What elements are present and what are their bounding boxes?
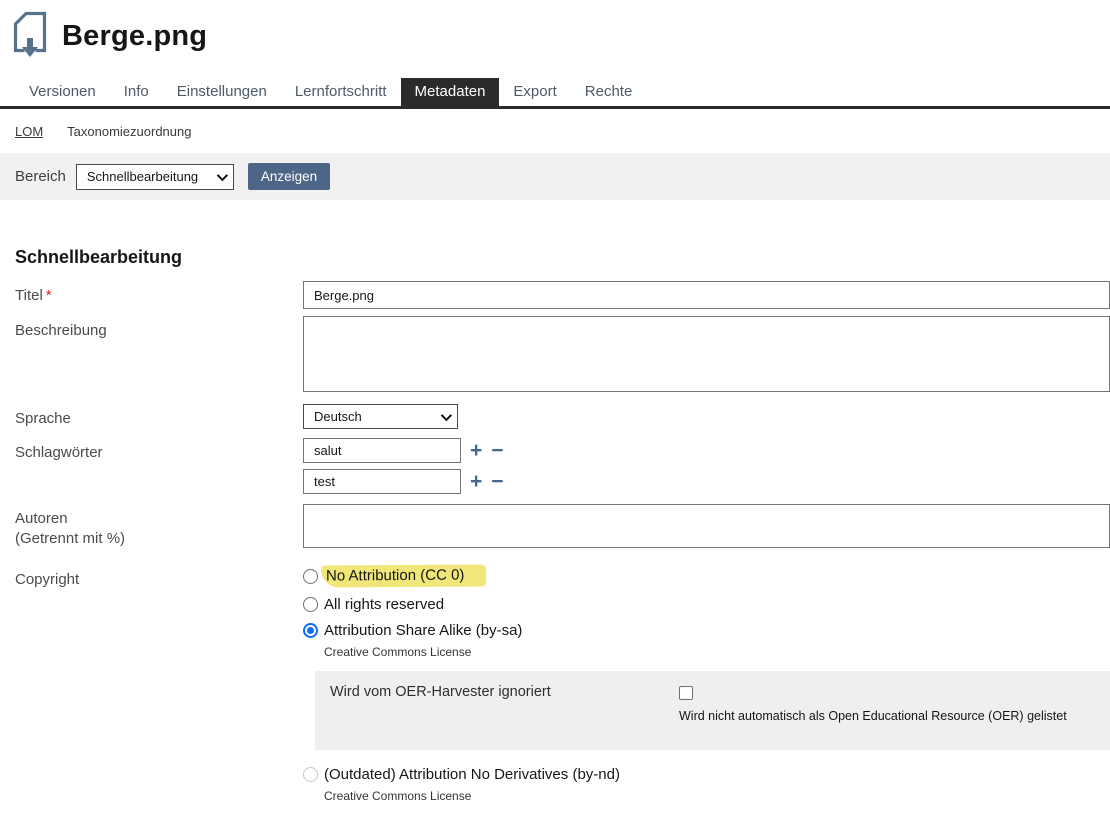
tab-export[interactable]: Export (499, 78, 570, 106)
oer-harvester-byline: Wird nicht automatisch als Open Educatio… (679, 709, 1067, 723)
file-download-icon (10, 11, 50, 61)
chevron-down-icon (441, 409, 452, 420)
titel-input[interactable] (303, 281, 1110, 309)
oer-harvester-panel: Wird vom OER-Harvester ignoriert Wird ni… (315, 671, 1110, 750)
form-row-copyright: Copyright No Attribution (CC 0) All righ… (0, 565, 1110, 815)
metadata-page: Berge.png Versionen Info Einstellungen L… (0, 0, 1110, 816)
add-keyword-plus-icon[interactable]: + (470, 442, 482, 460)
autoren-input[interactable] (303, 504, 1110, 548)
beschreibung-label: Beschreibung (0, 316, 303, 397)
tab-info[interactable]: Info (110, 78, 163, 106)
chevron-down-icon (217, 169, 228, 180)
subtab-bar: LOM Taxonomiezuordnung (0, 109, 1110, 153)
bereich-toolbar: Bereich Schnellbearbeitung Anzeigen (0, 153, 1110, 200)
radio-by-sa[interactable] (303, 623, 318, 638)
tab-lernfortschritt[interactable]: Lernfortschritt (281, 78, 401, 106)
copyright-option-cc0: No Attribution (CC 0) (303, 565, 1110, 587)
beschreibung-textarea[interactable] (303, 316, 1110, 392)
form-row-autoren: Autoren (Getrennt mit %) (0, 504, 1110, 549)
option-label[interactable]: Attribution Share Alike (by-sa) (324, 622, 522, 639)
option-label[interactable]: All rights reserved (324, 596, 444, 613)
autoren-label: Autoren (Getrennt mit %) (0, 504, 303, 549)
anzeigen-button[interactable]: Anzeigen (248, 163, 330, 190)
remove-keyword-minus-icon[interactable]: − (491, 473, 503, 491)
page-title: Berge.png (62, 20, 207, 53)
tab-versionen[interactable]: Versionen (15, 78, 110, 106)
keyword-input-1[interactable] (303, 438, 461, 463)
cc-license-note: Creative Commons License (324, 789, 1110, 803)
form-row-beschreibung: Beschreibung (0, 316, 1110, 397)
oer-harvester-label: Wird vom OER-Harvester ignoriert (330, 684, 679, 723)
copyright-option-all-rights: All rights reserved (303, 596, 1110, 613)
section-heading: Schnellbearbeitung (15, 247, 1110, 268)
form-row-titel: Titel* (0, 281, 1110, 309)
tab-rechte[interactable]: Rechte (571, 78, 647, 106)
option-label[interactable]: (Outdated) Attribution No Derivatives (b… (324, 766, 620, 783)
schlagwoerter-label: Schlagwörter (0, 438, 303, 500)
copyright-label: Copyright (0, 565, 303, 815)
bereich-label: Bereich (15, 168, 66, 185)
radio-all-rights[interactable] (303, 597, 318, 612)
highlighted-option-label[interactable]: No Attribution (CC 0) (321, 564, 487, 587)
subtab-lom[interactable]: LOM (15, 124, 43, 139)
tab-einstellungen[interactable]: Einstellungen (163, 78, 281, 106)
tab-bar: Versionen Info Einstellungen Lernfortsch… (0, 78, 1110, 109)
oer-harvester-checkbox[interactable] (679, 686, 693, 700)
tab-metadaten[interactable]: Metadaten (401, 78, 500, 106)
bereich-select[interactable]: Schnellbearbeitung (76, 164, 234, 190)
bereich-select-value: Schnellbearbeitung (87, 169, 198, 184)
cc-license-note: Creative Commons License (324, 645, 1110, 659)
page-header: Berge.png (0, 0, 1110, 62)
oer-harvester-control: Wird nicht automatisch als Open Educatio… (679, 684, 1067, 723)
sprache-select[interactable]: Deutsch (303, 404, 458, 429)
copyright-option-by-nd: (Outdated) Attribution No Derivatives (b… (303, 766, 1110, 783)
remove-keyword-minus-icon[interactable]: − (491, 442, 503, 460)
required-asterisk: * (46, 287, 52, 304)
radio-by-nd[interactable] (303, 767, 318, 782)
form-row-sprache: Sprache Deutsch (0, 404, 1110, 429)
sprache-select-value: Deutsch (314, 409, 362, 424)
subtab-taxonomiezuordnung[interactable]: Taxonomiezuordnung (67, 124, 191, 139)
keyword-input-2[interactable] (303, 469, 461, 494)
form-row-schlagwoerter: Schlagwörter + − + − (0, 438, 1110, 500)
add-keyword-plus-icon[interactable]: + (470, 473, 482, 491)
sprache-label: Sprache (0, 404, 303, 429)
radio-cc0[interactable] (303, 569, 318, 584)
autoren-sublabel: (Getrennt mit %) (15, 529, 293, 549)
titel-label: Titel* (0, 281, 303, 309)
keyword-line: + − (303, 438, 1110, 463)
copyright-option-by-sa: Attribution Share Alike (by-sa) (303, 622, 1110, 639)
keyword-line: + − (303, 469, 1110, 494)
